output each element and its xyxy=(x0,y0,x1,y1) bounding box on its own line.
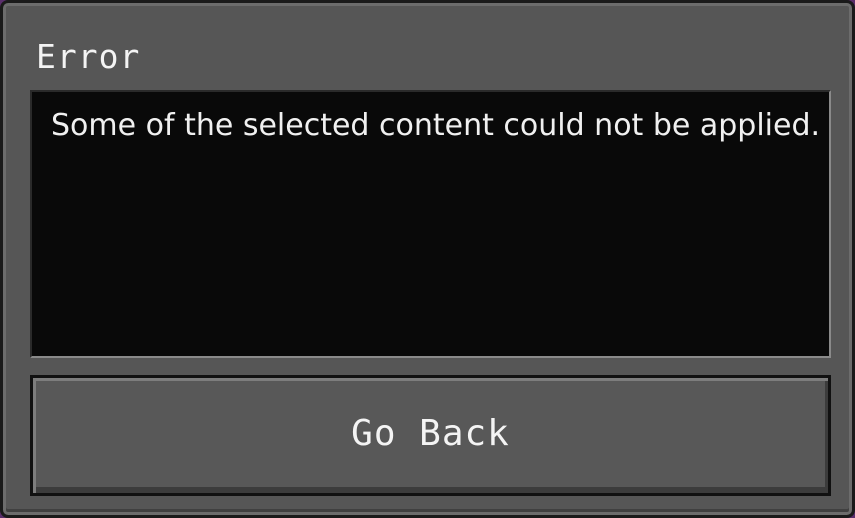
go-back-button[interactable]: Go Back xyxy=(30,375,831,496)
message-panel: Some of the selected content could not b… xyxy=(30,90,831,358)
dialog-title: Error xyxy=(36,37,141,76)
error-dialog: Error Some of the selected content could… xyxy=(0,0,855,518)
go-back-button-label: Go Back xyxy=(351,412,510,454)
error-message: Some of the selected content could not b… xyxy=(51,108,821,143)
